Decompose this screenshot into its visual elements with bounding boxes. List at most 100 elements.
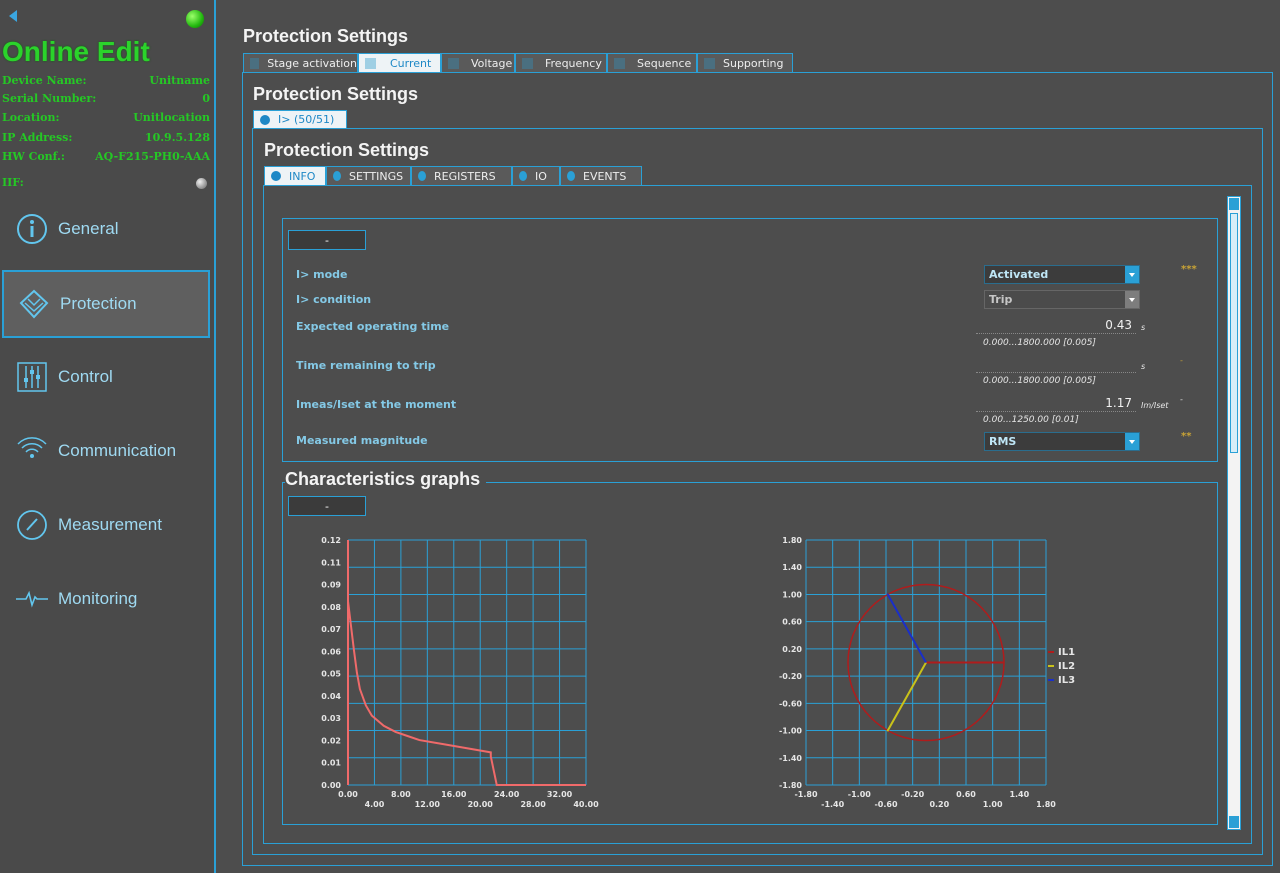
- info-collapse-button[interactable]: -: [288, 230, 366, 250]
- x-tick-label: 8.00: [391, 790, 411, 799]
- tab-events-label: EVENTS: [583, 169, 627, 183]
- nav-protection-label: Protection: [60, 294, 137, 313]
- phasor-il3: [886, 593, 927, 663]
- x-tick-label: -0.60: [874, 800, 897, 809]
- location-row: Location: Unitlocation: [2, 111, 210, 129]
- tab-settings[interactable]: SETTINGS: [326, 166, 411, 186]
- scroll-up-icon[interactable]: [1229, 198, 1239, 210]
- tab-supporting-label: Supporting: [723, 56, 784, 70]
- tab-sequence[interactable]: Sequence: [607, 53, 697, 73]
- online-status-led-icon: [186, 10, 204, 28]
- graphs-collapse-button[interactable]: -: [288, 496, 366, 516]
- mode-priority-stars: ***: [1181, 264, 1197, 275]
- imeas-range: 0.00...1250.00 [0.01]: [983, 415, 1079, 425]
- tab-voltage-label: Voltage: [471, 56, 513, 70]
- hw-conf-label: HW Conf.:: [2, 150, 65, 163]
- x-tick-label: 16.00: [441, 790, 467, 799]
- chevron-down-icon: [1125, 266, 1139, 283]
- magnitude-label: Measured magnitude: [296, 434, 428, 447]
- nav-measurement[interactable]: Measurement: [2, 491, 210, 559]
- voltage-tab-icon: [448, 57, 459, 69]
- location-value: Unitlocation: [133, 111, 210, 124]
- current-tab-icon: [365, 57, 376, 69]
- phasor-il2: [886, 662, 927, 732]
- x-tick-label: 1.40: [1009, 790, 1029, 799]
- tab-current[interactable]: Current: [358, 53, 441, 73]
- y-tick-label: -0.20: [779, 672, 802, 681]
- legend-label-il3: IL3: [1058, 675, 1075, 686]
- tab-stage-i-50-51[interactable]: I> (50/51): [253, 110, 347, 129]
- y-tick-label: 0.20: [782, 645, 802, 654]
- condition-label: I> condition: [296, 293, 372, 306]
- stage-activation-tab-icon: [250, 57, 260, 69]
- remaining-value: [976, 357, 1136, 373]
- mode-select[interactable]: Activated: [984, 265, 1140, 284]
- imeas-label: Imeas/Iset at the moment: [296, 398, 457, 411]
- y-tick-label: -1.80: [779, 781, 802, 790]
- y-tick-label: 0.07: [321, 625, 341, 634]
- mode-title: Online Edit: [2, 36, 150, 67]
- imeas-value: 1.17: [976, 396, 1136, 412]
- nav-general[interactable]: General: [2, 195, 210, 263]
- imeas-unit: Im/Iset: [1141, 401, 1169, 410]
- io-tab-icon: [519, 171, 527, 181]
- supporting-tab-icon: [704, 57, 715, 69]
- y-tick-label: 0.11: [321, 558, 341, 567]
- x-tick-label: -1.80: [794, 790, 817, 799]
- legend-label-il1: IL1: [1058, 647, 1075, 658]
- nav-control[interactable]: Control: [2, 343, 210, 411]
- y-tick-label: 1.80: [782, 536, 802, 545]
- op-time-value: 0.43: [976, 318, 1136, 334]
- x-tick-label: 32.00: [547, 790, 573, 799]
- tab-io[interactable]: IO: [512, 166, 560, 186]
- magnitude-priority-stars: **: [1181, 431, 1192, 442]
- control-sliders-icon: [14, 359, 50, 395]
- x-tick-label: 40.00: [573, 800, 599, 809]
- inner-title: Protection Settings: [264, 140, 430, 160]
- info-circle-icon: [14, 211, 50, 247]
- location-label: Location:: [2, 111, 60, 124]
- sequence-tab-icon: [614, 57, 625, 69]
- device-name-label: Device Name:: [2, 74, 87, 87]
- y-tick-label: -1.00: [779, 727, 802, 736]
- tab-voltage[interactable]: Voltage: [441, 53, 515, 73]
- chevron-down-icon: [1125, 291, 1139, 308]
- tab-events[interactable]: EVENTS: [560, 166, 642, 186]
- back-arrow-icon[interactable]: [9, 10, 17, 22]
- sub-title: Protection Settings: [253, 84, 419, 104]
- x-tick-label: 12.00: [415, 800, 441, 809]
- protection-shield-icon: [16, 286, 52, 322]
- scroll-down-icon[interactable]: [1229, 816, 1239, 828]
- tab-registers[interactable]: REGISTERS: [411, 166, 512, 186]
- iif-status-dot-icon: [196, 178, 207, 189]
- vertical-scrollbar[interactable]: [1227, 196, 1241, 830]
- tab-registers-label: REGISTERS: [434, 169, 496, 183]
- y-tick-label: 0.01: [321, 759, 341, 768]
- scroll-thumb[interactable]: [1230, 213, 1238, 453]
- tab-info[interactable]: INFO: [264, 166, 326, 186]
- pulse-wave-icon: [14, 581, 50, 617]
- graphs-title: Characteristics graphs: [285, 469, 487, 490]
- x-tick-label: 1.80: [1036, 800, 1056, 809]
- y-tick-label: 0.06: [321, 647, 341, 656]
- magnitude-select[interactable]: RMS: [984, 432, 1140, 451]
- x-tick-label: 28.00: [520, 800, 546, 809]
- y-tick-label: 0.04: [321, 692, 341, 701]
- nav-monitoring[interactable]: Monitoring: [2, 565, 210, 633]
- x-tick-label: 0.20: [929, 800, 949, 809]
- tab-stage-activation[interactable]: Stage activation: [243, 53, 358, 73]
- y-tick-label: 1.00: [782, 590, 802, 599]
- y-tick-label: 0.60: [782, 618, 802, 627]
- phasor-chart: -1.80-1.40-1.00-0.60-0.200.200.601.001.4…: [779, 536, 1075, 809]
- op-time-range: 0.000...1800.000 [0.005]: [983, 338, 1096, 348]
- serial-number-row: Serial Number: 0: [2, 92, 210, 110]
- tab-supporting[interactable]: Supporting: [697, 53, 793, 73]
- tab-frequency[interactable]: Frequency: [515, 53, 607, 73]
- x-tick-label: 0.00: [338, 790, 358, 799]
- y-tick-label: 0.03: [321, 714, 341, 723]
- op-time-unit: s: [1141, 323, 1146, 332]
- hw-conf-row: HW Conf.: AQ-F215-PH0-AAA: [2, 150, 210, 168]
- nav-communication[interactable]: Communication: [2, 417, 210, 485]
- tab-current-label: Current: [390, 56, 432, 70]
- nav-protection[interactable]: Protection: [2, 270, 210, 338]
